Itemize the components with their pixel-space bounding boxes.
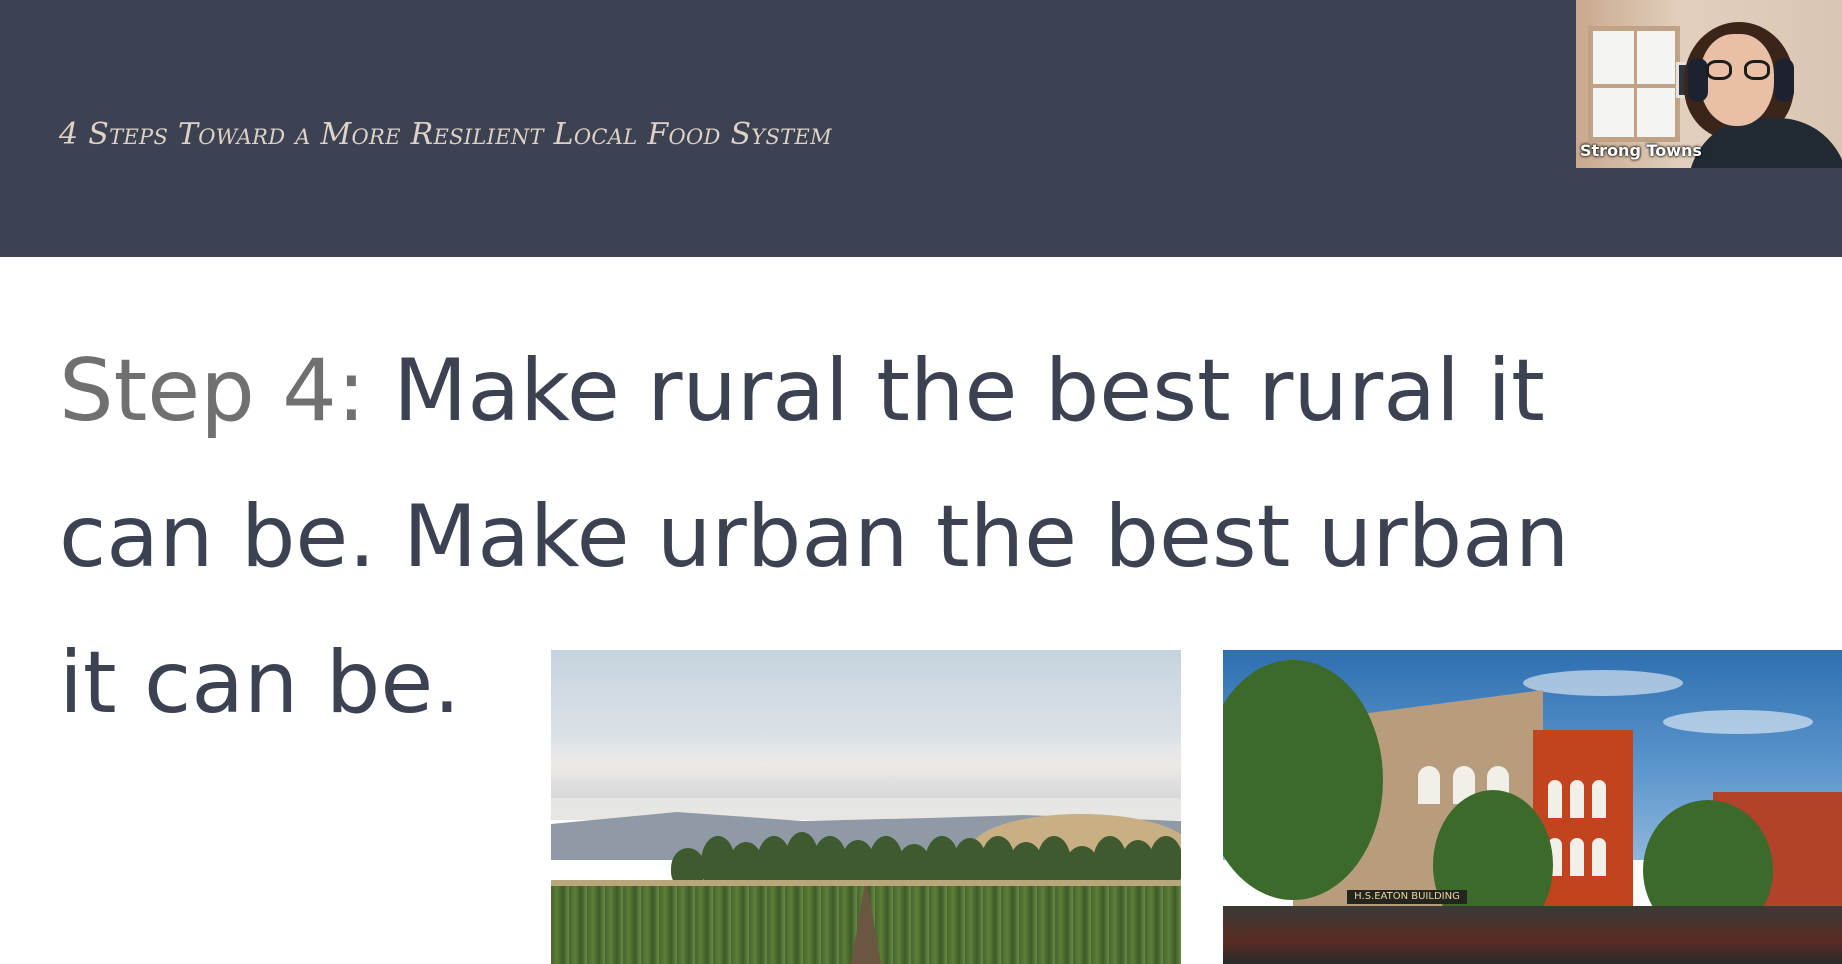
headphone-left xyxy=(1688,58,1708,102)
storefronts xyxy=(1223,906,1842,964)
slide-header-title: 4 Steps Toward a More Resilient Local Fo… xyxy=(59,117,832,152)
rural-farm-photo xyxy=(551,650,1181,964)
rural-tree-line xyxy=(551,822,1181,888)
video-window-background xyxy=(1588,26,1680,142)
urban-downtown-photo: H.S.EATON BUILDING xyxy=(1223,650,1842,964)
slide-step-prefix: Step 4: xyxy=(59,341,366,441)
participant-glasses xyxy=(1706,60,1770,82)
participant-name-label: Strong Towns xyxy=(1580,141,1702,160)
headphone-right xyxy=(1774,58,1794,102)
participant-video-tile[interactable]: Strong Towns xyxy=(1576,0,1842,168)
slide-header-band: 4 Steps Toward a More Resilient Local Fo… xyxy=(0,0,1842,257)
building-sign: H.S.EATON BUILDING xyxy=(1347,890,1467,904)
presentation-screen: 4 Steps Toward a More Resilient Local Fo… xyxy=(0,0,1842,964)
